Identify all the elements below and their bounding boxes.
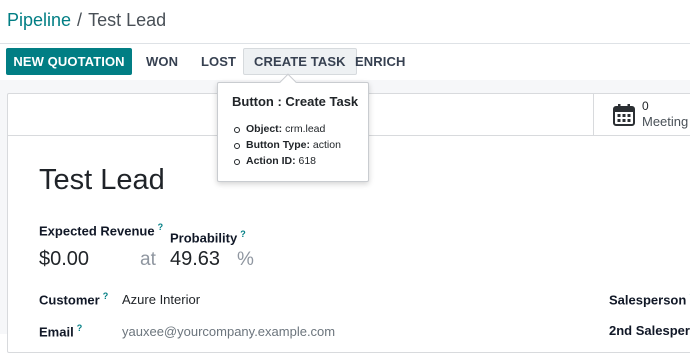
probability-label-text: Probability (170, 230, 238, 246)
won-button[interactable]: WON (136, 48, 188, 75)
percent-sign: % (237, 249, 254, 270)
probability-label: Probability? (170, 229, 246, 245)
customer-label: Customer? (39, 291, 108, 307)
tooltip-item-button-type: Button Type: action (234, 139, 341, 152)
expected-revenue-value[interactable]: $0.00 (39, 248, 89, 271)
breadcrumb: Pipeline / Test Lead (7, 10, 166, 31)
meeting-label: Meeting (642, 114, 689, 129)
salesperson-label-text: Salesperson (609, 292, 687, 308)
tooltip-details: Object: crm.lead Button Type: action Act… (232, 123, 341, 171)
tooltip-value: 618 (298, 155, 317, 167)
calendar-icon (613, 104, 635, 126)
help-icon[interactable]: ? (77, 323, 83, 333)
customer-label-text: Customer (39, 292, 100, 308)
enrich-button[interactable]: ENRICH (345, 48, 415, 75)
meeting-count: 0 (642, 99, 649, 113)
tooltip-value: crm.lead (285, 123, 326, 135)
breadcrumb-separator: / (77, 10, 83, 30)
help-icon[interactable]: ? (240, 229, 246, 239)
button-tooltip: Button : Create Task Object: crm.lead Bu… (217, 73, 369, 182)
tooltip-value: action (312, 139, 341, 151)
status-action-bar: NEW QUOTATION WON LOST CREATE TASK ENRIC… (0, 44, 690, 80)
lead-title[interactable]: Test Lead (39, 164, 165, 197)
second-salesperson-label: 2nd Salesperson (609, 323, 690, 338)
tooltip-key: Object: (246, 123, 283, 135)
breadcrumb-current: Test Lead (88, 10, 167, 30)
probability-value[interactable]: 49.63 (170, 248, 220, 271)
expected-revenue-label: Expected Revenue? (39, 222, 163, 238)
help-icon[interactable]: ? (158, 222, 164, 232)
breadcrumb-pipeline-link[interactable]: Pipeline (7, 10, 71, 30)
expected-revenue-label-text: Expected Revenue (39, 223, 155, 239)
new-quotation-button[interactable]: NEW QUOTATION (6, 48, 132, 75)
tooltip-title: Button : Create Task (232, 94, 359, 109)
tooltip-key: Button Type: (246, 139, 310, 151)
meeting-smart-button[interactable]: 0 Meeting (593, 94, 690, 136)
tooltip-item-action-id: Action ID: 618 (234, 155, 341, 168)
control-panel: Pipeline / Test Lead (0, 0, 690, 44)
help-icon[interactable]: ? (103, 291, 109, 301)
at-label: at (140, 249, 156, 270)
lost-button[interactable]: LOST (191, 48, 246, 75)
tooltip-item-object: Object: crm.lead (234, 123, 341, 136)
tooltip-key: Action ID: (246, 155, 296, 167)
email-field[interactable]: yauxee@yourcompany.example.com (122, 324, 335, 339)
customer-field[interactable]: Azure Interior (122, 292, 200, 307)
email-label: Email? (39, 323, 82, 339)
salesperson-label: Salesperson? (609, 291, 690, 307)
email-label-text: Email (39, 324, 74, 340)
create-task-button[interactable]: CREATE TASK (243, 48, 357, 75)
